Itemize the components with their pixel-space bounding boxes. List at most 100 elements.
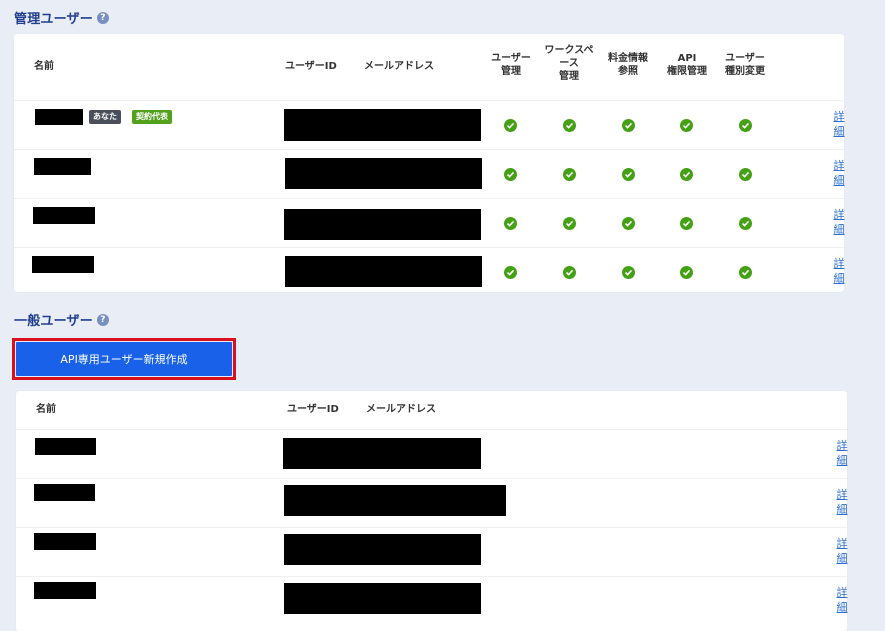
header-email: メールアドレス (366, 404, 436, 415)
detail-link-line2: 細 (833, 272, 845, 285)
redacted-user-id-email (285, 158, 482, 189)
header-perm-user-type-line1: ユーザー (725, 53, 765, 64)
detail-link-line2: 細 (833, 223, 845, 236)
check-icon (680, 217, 693, 230)
check-icon (504, 217, 517, 230)
detail-link[interactable]: 詳細 (836, 585, 848, 615)
check-icon (563, 168, 576, 181)
check-icon (563, 119, 576, 132)
check-icon (563, 217, 576, 230)
detail-link[interactable]: 詳細 (833, 158, 845, 188)
detail-link-line1: 詳 (836, 537, 848, 550)
create-api-user-button-highlight: API専用ユーザー新規作成 (12, 338, 236, 380)
detail-link-line2: 細 (836, 503, 848, 516)
check-icon (680, 266, 693, 279)
detail-link-line2: 細 (836, 454, 848, 467)
header-perm-workspace-line3: 管理 (559, 71, 579, 82)
redacted-name (33, 207, 95, 224)
help-icon[interactable]: ? (96, 11, 109, 24)
header-user-id: ユーザーID (285, 61, 337, 72)
detail-link-line1: 詳 (833, 159, 845, 172)
redacted-user-id-email (284, 109, 481, 141)
check-icon (680, 168, 693, 181)
detail-link-line1: 詳 (836, 488, 848, 501)
header-perm-billing-line2: 参照 (618, 66, 638, 77)
table-row: 詳細 (14, 150, 845, 199)
check-icon (563, 266, 576, 279)
redacted-name (32, 256, 94, 273)
general-users-table: 名前 ユーザーID メールアドレス 詳細 詳細 詳細 詳細 (16, 391, 848, 631)
header-perm-billing: 料金情報 参照 (603, 52, 653, 78)
header-perm-api-line1: API (677, 53, 697, 64)
detail-link-line1: 詳 (836, 586, 848, 599)
table-row: 詳細 (16, 577, 848, 625)
check-icon (504, 266, 517, 279)
detail-link-line2: 細 (836, 601, 848, 614)
header-perm-billing-line1: 料金情報 (608, 53, 648, 64)
header-perm-user-type-line2: 種別変更 (725, 66, 765, 77)
table-row: 詳細 (14, 199, 845, 248)
header-perm-user-mgmt-line1: ユーザー (491, 53, 531, 64)
redacted-user-id-email (284, 209, 481, 240)
header-perm-workspace: ワークスペ ース 管理 (540, 44, 598, 83)
detail-link[interactable]: 詳細 (836, 438, 848, 468)
check-icon (739, 217, 752, 230)
detail-link[interactable]: 詳細 (836, 487, 848, 517)
contract-rep-badge: 契約代表 (132, 110, 172, 124)
check-icon (739, 168, 752, 181)
check-icon (680, 119, 693, 132)
redacted-name (34, 533, 96, 550)
detail-link[interactable]: 詳細 (833, 256, 845, 286)
detail-link[interactable]: 詳細 (833, 109, 845, 139)
header-perm-api: API 権限管理 (662, 52, 712, 78)
redacted-user-id-email (283, 438, 481, 469)
create-api-user-button[interactable]: API専用ユーザー新規作成 (16, 342, 232, 376)
redacted-name (35, 109, 83, 125)
admin-users-table: 名前 ユーザーID メールアドレス ユーザー 管理 ワークスペ ース 管理 料金… (14, 34, 845, 292)
table-row: 詳細 (14, 248, 845, 296)
you-badge: あなた (89, 110, 121, 124)
table-row: あなた 契約代表 詳細 (14, 101, 845, 150)
header-user-id: ユーザーID (287, 404, 339, 415)
redacted-name (34, 158, 91, 175)
redacted-name (35, 438, 96, 455)
table-row: 詳細 (16, 430, 848, 479)
detail-link-line1: 詳 (833, 208, 845, 221)
header-perm-api-line2: 権限管理 (667, 66, 707, 77)
check-icon (504, 119, 517, 132)
detail-link-line1: 詳 (833, 110, 845, 123)
check-icon (739, 119, 752, 132)
detail-link-line2: 細 (833, 125, 845, 138)
detail-link[interactable]: 詳細 (833, 207, 845, 237)
help-icon[interactable]: ? (96, 313, 109, 326)
header-perm-user-mgmt-line2: 管理 (501, 66, 521, 77)
check-icon (622, 217, 635, 230)
redacted-user-id-email (284, 583, 481, 614)
general-users-title: 一般ユーザー ? (14, 310, 109, 329)
admin-table-header: 名前 ユーザーID メールアドレス ユーザー 管理 ワークスペ ース 管理 料金… (14, 34, 844, 101)
header-name: 名前 (36, 404, 56, 415)
admin-users-title-text: 管理ユーザー (14, 12, 93, 27)
redacted-user-id-email (284, 534, 481, 565)
general-users-title-text: 一般ユーザー (14, 314, 93, 329)
header-name: 名前 (34, 61, 54, 72)
admin-users-title: 管理ユーザー ? (14, 8, 109, 27)
table-row: 詳細 (16, 479, 848, 528)
detail-link-line1: 詳 (836, 439, 848, 452)
check-icon (504, 168, 517, 181)
header-perm-user-type: ユーザー 種別変更 (720, 52, 770, 78)
header-email: メールアドレス (364, 61, 434, 72)
check-icon (622, 168, 635, 181)
redacted-user-id-email (284, 485, 506, 516)
check-icon (739, 266, 752, 279)
header-perm-workspace-line1: ワークスペ (544, 45, 594, 56)
header-perm-workspace-line2: ース (559, 58, 579, 69)
detail-link-line2: 細 (836, 552, 848, 565)
table-row: 詳細 (16, 528, 848, 577)
redacted-name (34, 484, 95, 501)
general-table-header: 名前 ユーザーID メールアドレス (16, 391, 847, 430)
detail-link[interactable]: 詳細 (836, 536, 848, 566)
check-icon (622, 266, 635, 279)
detail-link-line2: 細 (833, 174, 845, 187)
check-icon (622, 119, 635, 132)
